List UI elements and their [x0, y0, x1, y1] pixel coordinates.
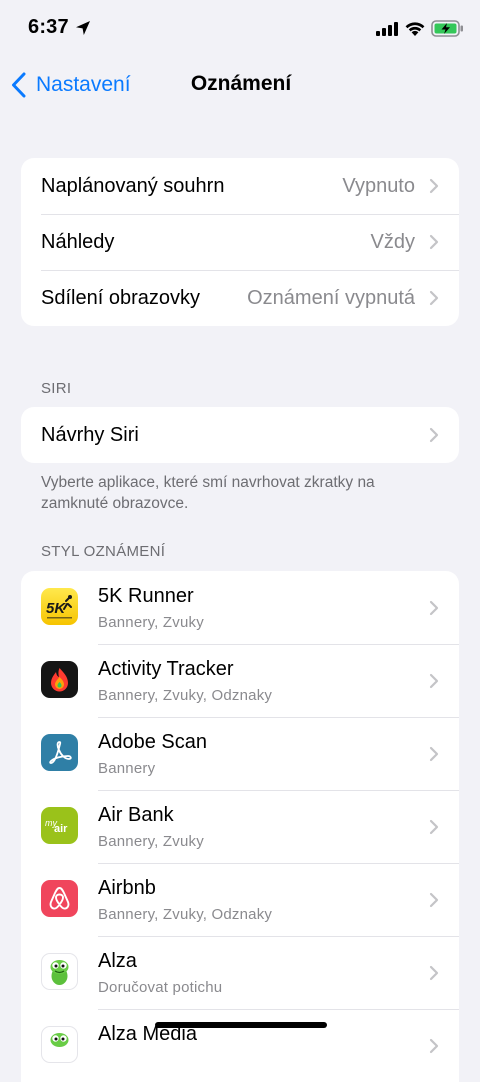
svg-text:air: air	[54, 823, 68, 835]
row-siri-suggestions[interactable]: Návrhy Siri	[21, 407, 459, 463]
chevron-right-icon	[429, 427, 439, 443]
app-notification-detail: Bannery, Zvuky	[98, 614, 204, 631]
app-name: Air Bank	[98, 804, 174, 826]
chevron-right-icon	[429, 178, 439, 194]
row-label: Návrhy Siri	[41, 423, 139, 446]
chevron-right-icon	[429, 965, 439, 980]
alza-media-icon	[41, 1026, 78, 1063]
chevron-right-icon	[429, 892, 439, 907]
alza-icon	[41, 953, 78, 990]
siri-section-header: SIRI	[41, 380, 72, 397]
row-label: Náhledy	[41, 230, 115, 253]
app-row-alza-media[interactable]: Alza Media	[21, 1009, 459, 1082]
adobe-scan-icon	[41, 734, 78, 771]
app-list: 5K 5K Runner Bannery, Zvuky Activity Tra…	[21, 571, 459, 1082]
app-name: Adobe Scan	[98, 731, 207, 753]
row-label: Naplánovaný souhrn	[41, 174, 225, 197]
chevron-right-icon	[429, 290, 439, 306]
chevron-right-icon	[429, 819, 439, 834]
siri-group: Návrhy Siri	[21, 407, 459, 463]
air-bank-icon: my air	[41, 807, 78, 844]
activity-tracker-icon	[41, 661, 78, 698]
notification-style-header: STYL OZNÁMENÍ	[41, 543, 166, 560]
signal-icon	[376, 22, 398, 36]
app-notification-detail: Bannery	[98, 760, 156, 777]
chevron-right-icon	[429, 673, 439, 688]
row-scheduled-summary[interactable]: Naplánovaný souhrn Vypnuto	[21, 158, 459, 214]
chevron-right-icon	[429, 600, 439, 615]
row-label: Sdílení obrazovky	[41, 286, 200, 309]
app-row-alza[interactable]: Alza Doručovat potichu	[21, 936, 459, 1009]
chevron-right-icon	[429, 746, 439, 761]
page-title: Oznámení	[190, 72, 292, 95]
siri-section-footer: Vyberte aplikace, které smí navrhovat zk…	[41, 474, 375, 512]
app-notification-detail: Bannery, Zvuky, Odznaky	[98, 906, 273, 923]
location-arrow-icon	[76, 21, 90, 35]
app-notification-detail: Bannery, Zvuky	[98, 833, 204, 850]
general-settings-group: Naplánovaný souhrn Vypnuto Náhledy Vždy …	[21, 158, 459, 326]
app-name: Activity Tracker	[98, 658, 234, 680]
app-name: Airbnb	[98, 877, 156, 899]
chevron-right-icon	[429, 234, 439, 250]
app-row-5k-runner[interactable]: 5K 5K Runner Bannery, Zvuky	[21, 571, 459, 644]
row-screen-sharing[interactable]: Sdílení obrazovky Oznámení vypnutá	[21, 270, 459, 326]
app-notification-detail: Bannery, Zvuky, Odznaky	[98, 687, 273, 704]
status-time: 6:37	[28, 16, 69, 38]
app-row-activity-tracker[interactable]: Activity Tracker Bannery, Zvuky, Odznaky	[21, 644, 459, 717]
row-value: Oznámení vypnutá	[247, 286, 415, 309]
row-previews[interactable]: Náhledy Vždy	[21, 214, 459, 270]
airbnb-icon	[41, 880, 78, 917]
home-indicator	[155, 1022, 327, 1028]
row-value: Vždy	[370, 230, 415, 253]
navigation-bar: Nastavení Oznámení	[0, 58, 480, 112]
app-name: Alza	[98, 950, 137, 972]
row-value: Vypnuto	[342, 174, 415, 197]
app-row-airbnb[interactable]: Airbnb Bannery, Zvuky, Odznaky	[21, 863, 459, 936]
app-row-air-bank[interactable]: my air Air Bank Bannery, Zvuky	[21, 790, 459, 863]
app-row-adobe-scan[interactable]: Adobe Scan Bannery	[21, 717, 459, 790]
battery-charging-icon	[431, 20, 463, 37]
wifi-icon	[405, 22, 425, 36]
status-bar: 6:37	[0, 0, 480, 58]
5k-runner-icon: 5K	[41, 588, 78, 625]
app-name: 5K Runner	[98, 585, 194, 607]
chevron-right-icon	[429, 1038, 439, 1053]
app-notification-detail: Doručovat potichu	[98, 979, 223, 996]
